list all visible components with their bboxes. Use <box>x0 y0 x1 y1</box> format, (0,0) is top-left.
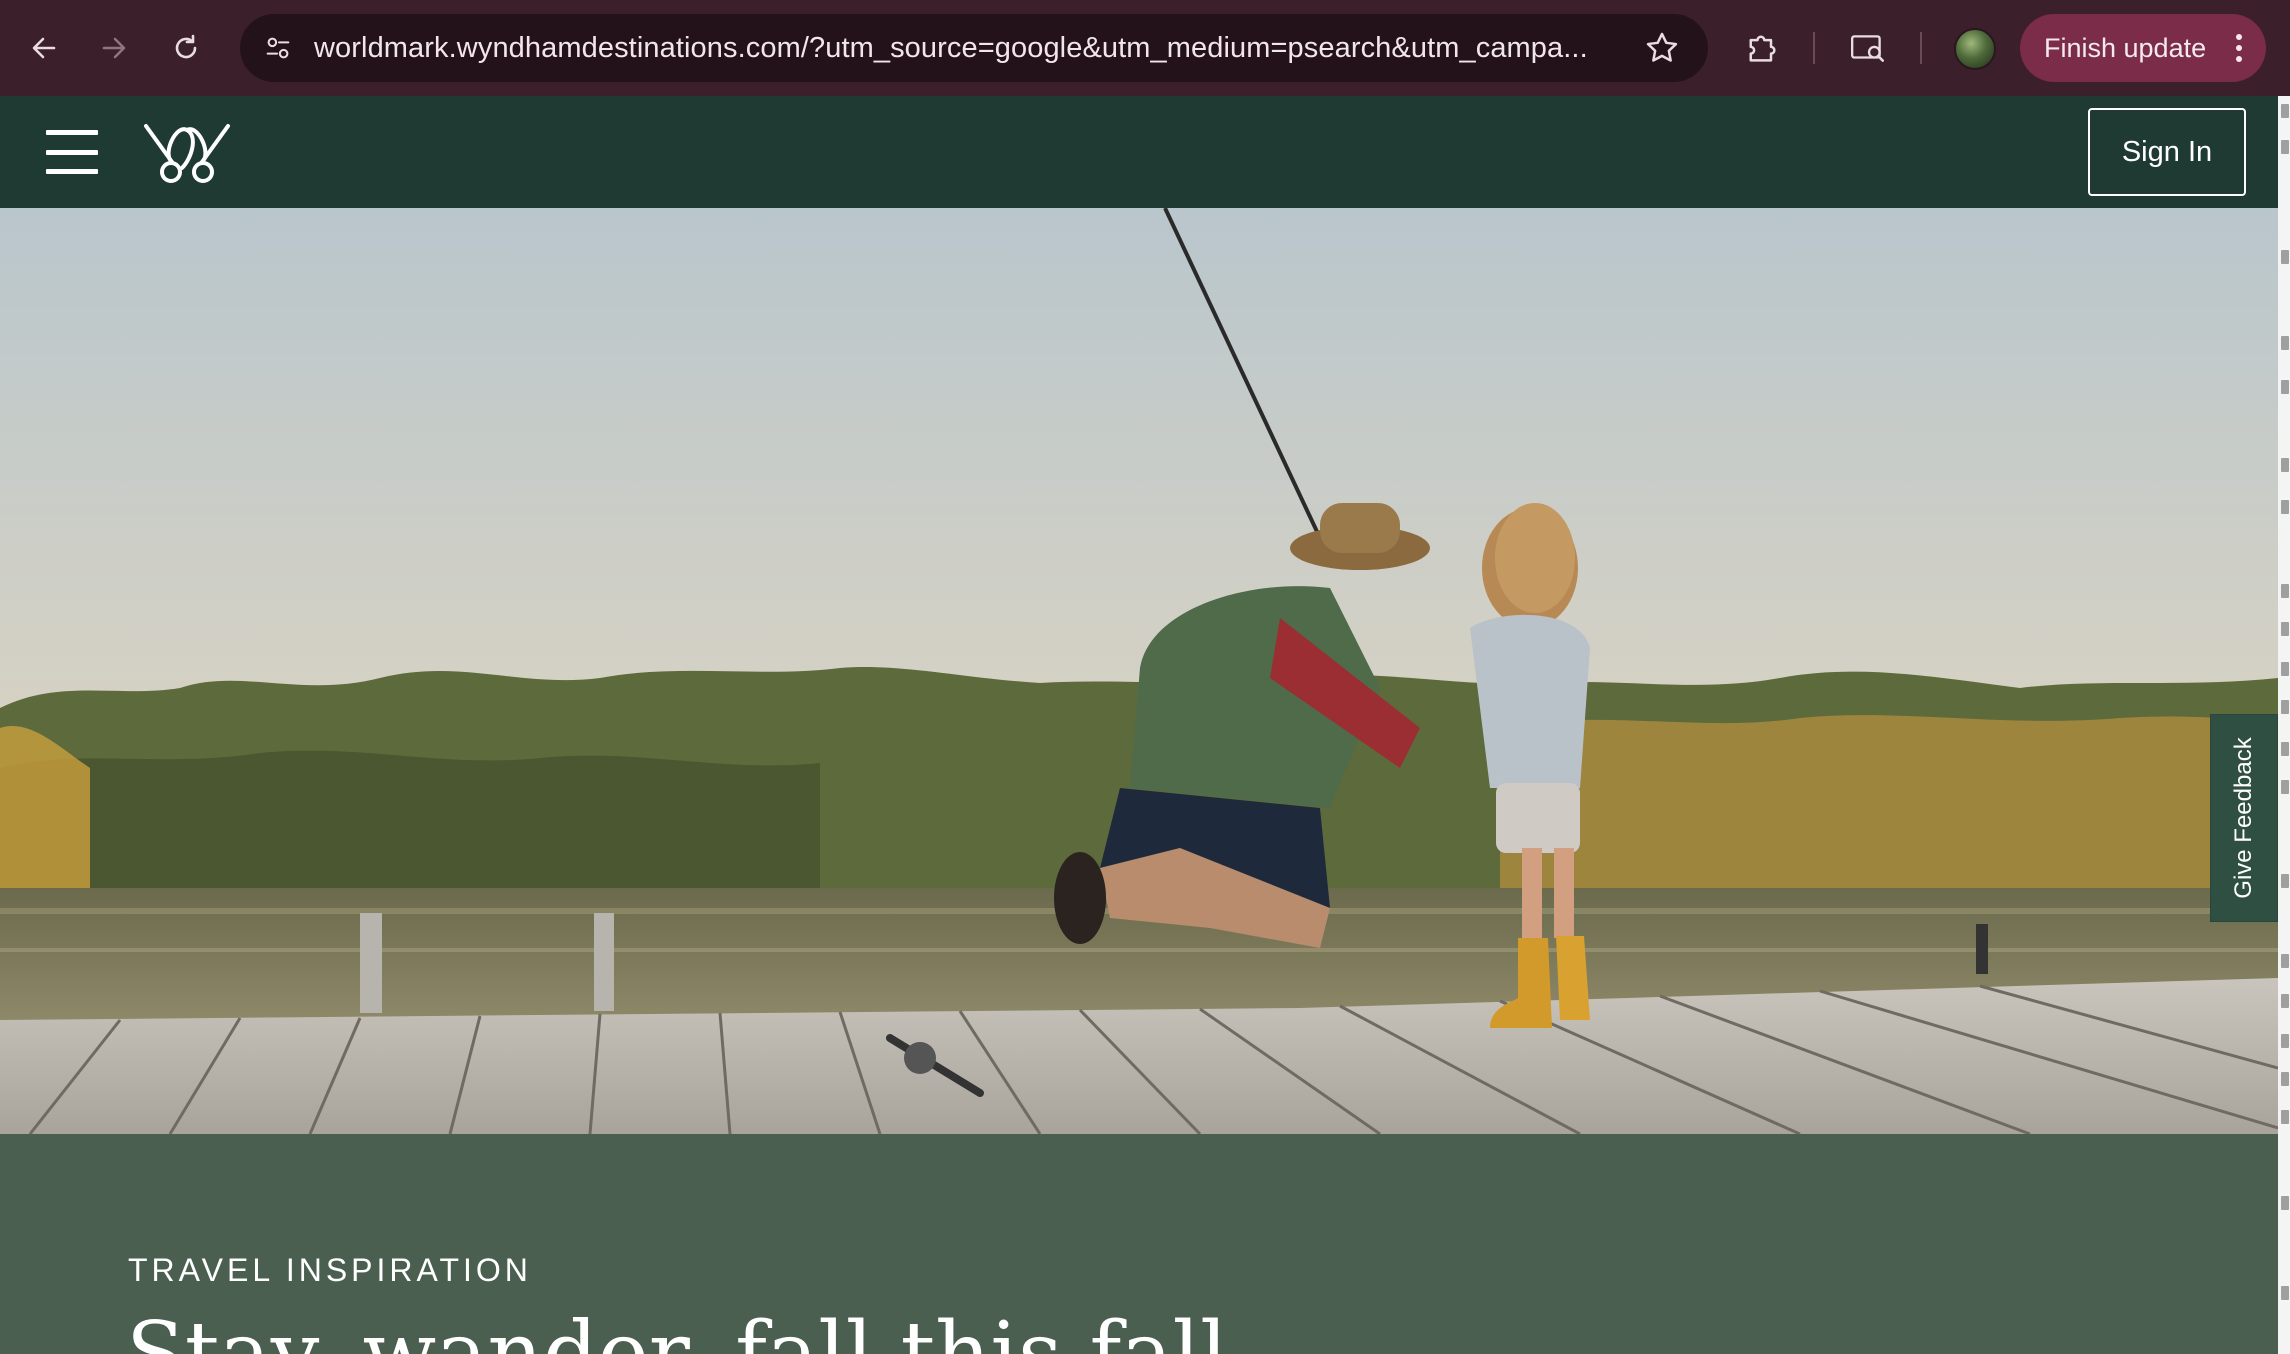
adjacent-window-edge <box>2278 96 2290 1354</box>
hero-image <box>0 208 2278 1134</box>
lens-button[interactable] <box>1846 26 1890 70</box>
finish-update-button[interactable]: Finish update <box>2020 14 2266 82</box>
reload-icon <box>175 34 197 59</box>
fishing-dock-illustration <box>0 208 2278 1134</box>
puzzle-icon <box>1749 35 1776 62</box>
profile-avatar[interactable] <box>1954 28 1996 70</box>
give-feedback-tab[interactable]: Give Feedback <box>2210 714 2278 922</box>
toolbar-separator <box>1920 32 1922 64</box>
star-icon[interactable] <box>1644 30 1680 66</box>
extensions-button[interactable] <box>1740 26 1784 70</box>
hamburger-icon[interactable] <box>46 130 98 174</box>
url-text[interactable]: worldmark.wyndhamdestinations.com/?utm_s… <box>314 14 1614 82</box>
section-eyebrow: TRAVEL INSPIRATION <box>128 1252 532 1288</box>
forward-button[interactable] <box>86 18 142 78</box>
worldmark-logo-icon[interactable] <box>142 118 232 186</box>
arrow-right-icon <box>102 37 126 59</box>
finish-update-label: Finish update <box>2044 32 2207 63</box>
arrow-left-icon <box>32 37 56 59</box>
toolbar-separator <box>1813 32 1815 64</box>
browser-toolbar: worldmark.wyndhamdestinations.com/?utm_s… <box>0 0 2290 96</box>
reload-button[interactable] <box>158 18 214 78</box>
travel-inspiration-section: TRAVEL INSPIRATION Stay, wander, fall th… <box>0 1134 2278 1354</box>
sign-in-button[interactable]: Sign In <box>2088 108 2246 196</box>
search-screen-icon <box>1851 35 1885 62</box>
site-info-button[interactable] <box>258 28 298 68</box>
give-feedback-label: Give Feedback <box>2230 737 2257 899</box>
site-header: Sign In <box>0 96 2278 208</box>
address-bar[interactable]: worldmark.wyndhamdestinations.com/?utm_s… <box>240 14 1708 82</box>
section-headline: Stay, wander, fall this fall <box>126 1304 1228 1354</box>
tune-icon <box>266 37 290 59</box>
back-button[interactable] <box>16 18 72 78</box>
kebab-menu-icon <box>2236 34 2242 62</box>
